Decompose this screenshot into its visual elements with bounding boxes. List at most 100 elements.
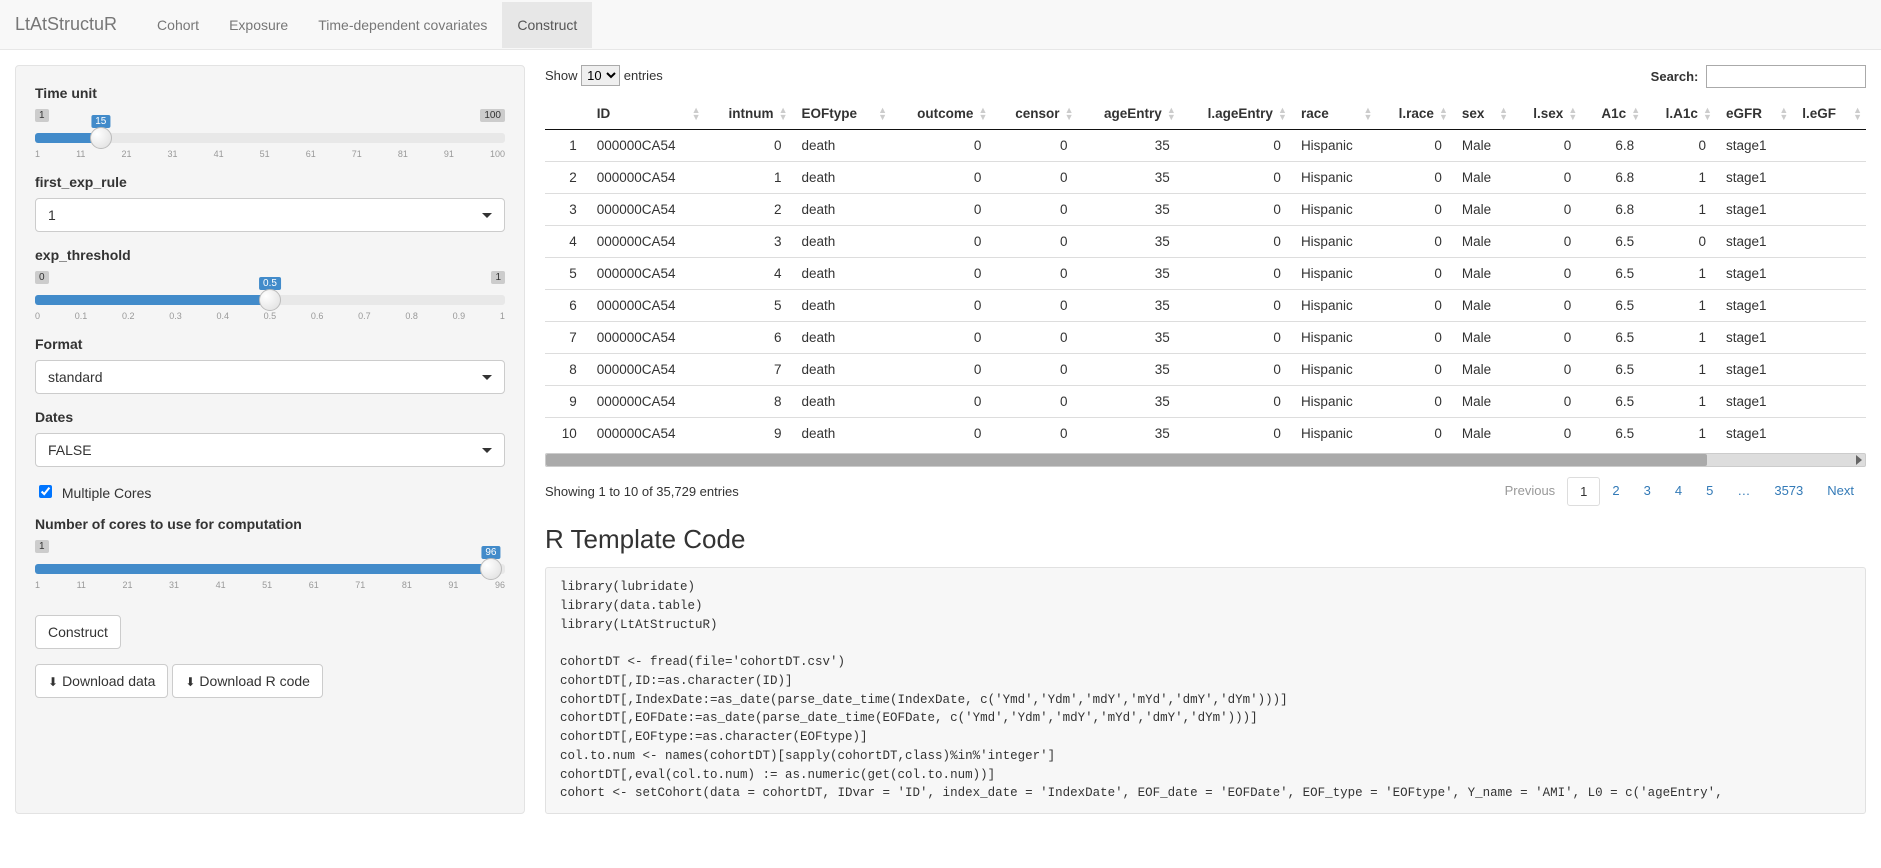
page-3[interactable]: 3 <box>1632 477 1663 506</box>
column-header-outcome[interactable]: outcome▲▼ <box>891 98 991 130</box>
column-header-l.sex[interactable]: l.sex▲▼ <box>1512 98 1581 130</box>
table-scroll[interactable]: ID▲▼intnum▲▼EOFtype▲▼outcome▲▼censor▲▼ag… <box>545 98 1866 449</box>
table-length-control: Show 10 entries <box>545 65 663 88</box>
column-header-l.eGFR[interactable]: l.eGF▲▼ <box>1792 98 1866 130</box>
page-prev[interactable]: Previous <box>1493 477 1568 506</box>
download-icon <box>48 673 62 689</box>
download-icon <box>185 673 199 689</box>
format-select[interactable]: standard <box>35 360 505 394</box>
time-unit-max: 100 <box>480 109 505 122</box>
exp-threshold-group: exp_threshold 0 1 0.5 00.10.20.30.40.50.… <box>35 247 505 321</box>
slider-handle[interactable] <box>90 127 112 149</box>
construct-button[interactable]: Construct <box>35 615 121 649</box>
page-1[interactable]: 1 <box>1567 477 1600 506</box>
search-input[interactable] <box>1706 65 1866 88</box>
column-header-censor[interactable]: censor▲▼ <box>991 98 1077 130</box>
page-2[interactable]: 2 <box>1600 477 1631 506</box>
exp-threshold-max: 1 <box>491 271 505 284</box>
table-row: 9000000CA548death00350Hispanic0Male06.51… <box>545 386 1866 418</box>
first-exp-rule-select[interactable]: 1 <box>35 198 505 232</box>
first-exp-rule-group: first_exp_rule 1 <box>35 174 505 232</box>
table-row: 4000000CA543death00350Hispanic0Male06.50… <box>545 226 1866 258</box>
r-code-block: library(lubridate) library(data.table) l… <box>545 567 1866 814</box>
table-row: 2000000CA541death00350Hispanic0Male06.81… <box>545 162 1866 194</box>
exp-threshold-slider[interactable]: 0 1 0.5 00.10.20.30.40.50.60.70.80.91 <box>35 271 505 321</box>
sort-icon: ▲▼ <box>1853 107 1862 121</box>
sidebar: Time unit 1 100 15 111213141516171819110… <box>15 65 525 814</box>
slider-handle[interactable] <box>259 289 281 311</box>
download-data-button[interactable]: Download data <box>35 664 168 698</box>
sort-icon: ▲▼ <box>1439 107 1448 121</box>
exp-threshold-min: 0 <box>35 271 49 284</box>
column-header-intnum[interactable]: intnum▲▼ <box>705 98 792 130</box>
multiple-cores-input[interactable] <box>39 485 52 498</box>
page-3573[interactable]: 3573 <box>1762 477 1815 506</box>
dates-label: Dates <box>35 409 505 425</box>
chevron-down-icon <box>482 375 492 380</box>
multiple-cores-checkbox[interactable]: Multiple Cores <box>35 482 505 501</box>
table-row: 6000000CA545death00350Hispanic0Male06.51… <box>545 290 1866 322</box>
column-header-EOFtype[interactable]: EOFtype▲▼ <box>791 98 891 130</box>
sort-icon: ▲▼ <box>1167 107 1176 121</box>
slider-handle[interactable] <box>480 558 502 580</box>
exp-threshold-label: exp_threshold <box>35 247 505 263</box>
nav-tab-construct[interactable]: Construct <box>502 2 592 48</box>
table-info: Showing 1 to 10 of 35,729 entries <box>545 484 739 499</box>
r-template-heading: R Template Code <box>545 524 1866 555</box>
chevron-down-icon <box>482 448 492 453</box>
table-row: 3000000CA542death00350Hispanic0Male06.81… <box>545 194 1866 226</box>
sort-icon: ▲▼ <box>1703 107 1712 121</box>
sort-icon: ▲▼ <box>878 107 887 121</box>
time-unit-label: Time unit <box>35 85 505 101</box>
sort-icon: ▲▼ <box>1278 107 1287 121</box>
scroll-right-icon[interactable] <box>1856 455 1862 465</box>
nav-tab-time-dependent-covariates[interactable]: Time-dependent covariates <box>303 2 502 48</box>
app-brand: LtAtStructuR <box>15 14 132 35</box>
column-header-l.race[interactable]: l.race▲▼ <box>1376 98 1451 130</box>
page-next[interactable]: Next <box>1815 477 1866 506</box>
dates-select[interactable]: FALSE <box>35 433 505 467</box>
sort-icon: ▲▼ <box>1065 107 1074 121</box>
num-cores-label: Number of cores to use for computation <box>35 516 505 532</box>
table-row: 8000000CA547death00350Hispanic0Male06.51… <box>545 354 1866 386</box>
data-table: ID▲▼intnum▲▼EOFtype▲▼outcome▲▼censor▲▼ag… <box>545 98 1866 449</box>
nav-tab-cohort[interactable]: Cohort <box>142 2 214 48</box>
length-select[interactable]: 10 <box>581 65 620 86</box>
column-header-rownum[interactable] <box>545 98 587 130</box>
column-header-l.A1c[interactable]: l.A1c▲▼ <box>1644 98 1716 130</box>
num-cores-slider[interactable]: 1 x 96 111213141516171819196 <box>35 540 505 590</box>
table-search-control: Search: <box>1651 65 1866 88</box>
pagination: Previous12345…3573Next <box>1493 477 1866 506</box>
page-…: … <box>1725 477 1762 506</box>
sort-icon: ▲▼ <box>979 107 988 121</box>
table-row: 5000000CA544death00350Hispanic0Male06.51… <box>545 258 1866 290</box>
chevron-down-icon <box>482 213 492 218</box>
page-5[interactable]: 5 <box>1694 477 1725 506</box>
column-header-eGFR[interactable]: eGFR▲▼ <box>1716 98 1792 130</box>
scrollbar-thumb[interactable] <box>546 454 1707 466</box>
first-exp-rule-label: first_exp_rule <box>35 174 505 190</box>
format-label: Format <box>35 336 505 352</box>
sort-icon: ▲▼ <box>1779 107 1788 121</box>
time-unit-min: 1 <box>35 109 49 122</box>
table-row: 10000000CA549death00350Hispanic0Male06.5… <box>545 418 1866 450</box>
column-header-l.ageEntry[interactable]: l.ageEntry▲▼ <box>1180 98 1291 130</box>
dates-group: Dates FALSE <box>35 409 505 467</box>
num-cores-min: 1 <box>35 540 49 553</box>
sort-icon: ▲▼ <box>1364 107 1373 121</box>
horizontal-scrollbar[interactable] <box>545 453 1866 467</box>
sort-icon: ▲▼ <box>692 107 701 121</box>
column-header-A1c[interactable]: A1c▲▼ <box>1581 98 1644 130</box>
time-unit-slider[interactable]: 1 100 15 1112131415161718191100 <box>35 109 505 159</box>
table-row: 7000000CA546death00350Hispanic0Male06.51… <box>545 322 1866 354</box>
table-row: 1000000CA540death00350Hispanic0Male06.80… <box>545 130 1866 162</box>
column-header-race[interactable]: race▲▼ <box>1291 98 1377 130</box>
column-header-sex[interactable]: sex▲▼ <box>1452 98 1512 130</box>
download-r-code-button[interactable]: Download R code <box>172 664 323 698</box>
sort-icon: ▲▼ <box>779 107 788 121</box>
column-header-ageEntry[interactable]: ageEntry▲▼ <box>1078 98 1180 130</box>
nav-tab-exposure[interactable]: Exposure <box>214 2 303 48</box>
page-4[interactable]: 4 <box>1663 477 1694 506</box>
sort-icon: ▲▼ <box>1499 107 1508 121</box>
column-header-ID[interactable]: ID▲▼ <box>587 98 705 130</box>
